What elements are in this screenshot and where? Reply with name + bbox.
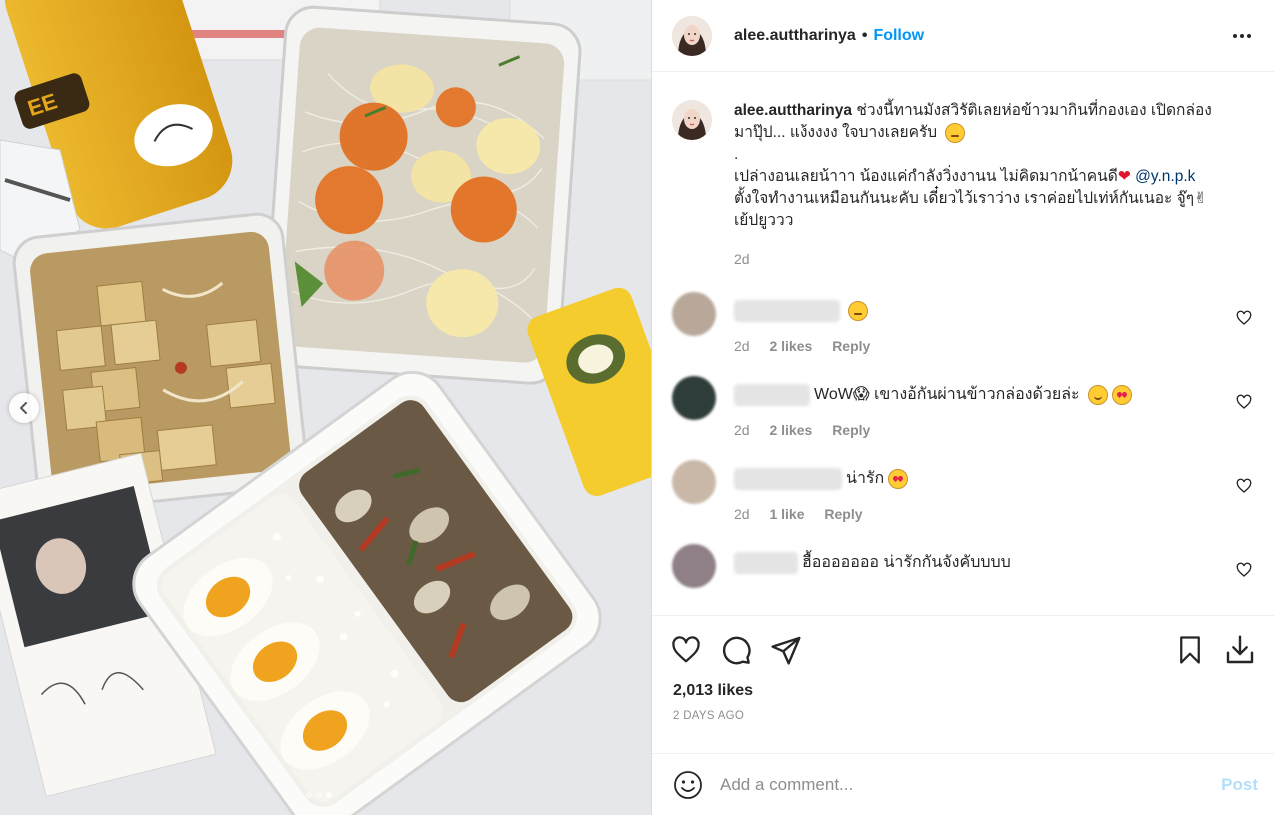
comment-body: 2d 2 likes Reply — [734, 292, 886, 354]
comment-item: ฮื้อออออออ น่ารักกันจังคับบบบ — [672, 544, 1254, 588]
red-heart-emoji-icon: ❤ — [1117, 168, 1131, 185]
comment-meta: 2d 2 likes Reply — [734, 338, 886, 354]
caption-line: เปล่างอนเลยน้าาา น้องแค่กำลังวิ่งงานน ไม… — [734, 166, 1254, 188]
action-bar-right — [1158, 632, 1258, 668]
follow-button[interactable]: Follow — [873, 27, 924, 45]
header-separator: • — [861, 26, 868, 44]
like-button[interactable] — [668, 632, 704, 668]
emoji-picker-icon[interactable] — [672, 769, 704, 801]
more-options-button[interactable] — [1230, 24, 1254, 48]
sad-face-emoji-icon — [945, 122, 966, 143]
comment-likes[interactable]: 2 likes — [769, 338, 812, 354]
download-icon — [1226, 635, 1254, 664]
avatar[interactable] — [672, 100, 712, 140]
food-photo-image: EE — [0, 0, 651, 815]
commenter-avatar[interactable] — [672, 544, 716, 588]
comment-age: 2d — [734, 338, 750, 354]
download-button[interactable] — [1222, 632, 1258, 668]
comment-text-row: น่ารัก — [734, 468, 909, 490]
post-actions-area: 2,013 likes 2 DAYS AGO — [652, 615, 1274, 753]
commenter-avatar[interactable] — [672, 460, 716, 504]
speech-bubble-icon — [722, 636, 751, 665]
smiling-face-emoji-icon — [1087, 385, 1108, 405]
comment-input[interactable] — [720, 774, 1222, 795]
header-username[interactable]: alee.auttharinya — [734, 27, 856, 45]
like-comment-heart-icon[interactable] — [1236, 478, 1252, 494]
comment-item: 2d 2 likes Reply — [672, 292, 1254, 354]
like-comment-heart-icon[interactable] — [1236, 310, 1252, 326]
caption-text: ช่วงนี้ทานมังสวิรัติเลยห่อข้าวมากินที่กอ… — [856, 102, 1212, 119]
caption-line: alee.auttharinya ช่วงนี้ทานมังสวิรัติเลย… — [734, 100, 1254, 122]
caption-line: มาปุ๊ป... แง้งงงง ใจบางเลยครับ — [734, 122, 1254, 144]
comment-text-row: ฮื้อออออออ น่ารักกันจังคับบบบ — [734, 552, 1011, 574]
comment-age: 2d — [734, 422, 750, 438]
caption-text: เปล่างอนเลยน้าาา น้องแค่กำลังวิ่งงานน ไม… — [734, 168, 1118, 185]
commenter-avatar[interactable] — [672, 376, 716, 420]
like-comment-heart-icon[interactable] — [1236, 394, 1252, 410]
instagram-post: EE alee.auttharinya • Follow alee.auttha… — [0, 0, 1274, 815]
comment-text: WoW😱 เขางอ้กันผ่านข้าวกล่องด้วยล่ะ — [814, 386, 1080, 403]
profile-photo-image — [672, 15, 712, 56]
reply-button[interactable]: Reply — [832, 338, 870, 354]
carousel-dot-active — [326, 792, 332, 798]
chevron-left-icon — [20, 402, 27, 414]
reply-button[interactable]: Reply — [824, 506, 862, 522]
comment-body: น่ารัก 2d 1 like Reply — [734, 460, 909, 522]
comment-meta: 2d 1 like Reply — [734, 506, 908, 522]
commenter-username-blurred[interactable] — [734, 300, 840, 322]
like-comment-heart-icon[interactable] — [1236, 562, 1252, 578]
carousel-dot — [306, 792, 312, 798]
comment-text: น่ารัก — [846, 470, 885, 487]
carousel-indicator — [306, 792, 332, 798]
caption-dot: . — [734, 146, 739, 163]
caption-text: ตั้งใจทำงานเหมือนกันนะคับ เดี๋ยวไว้เราว่… — [734, 190, 1208, 207]
like-count[interactable]: 2,013 likes — [668, 682, 1258, 700]
share-button[interactable] — [768, 632, 804, 668]
post-comment-button[interactable]: Post — [1221, 775, 1258, 795]
caption-body: alee.auttharinya ช่วงนี้ทานมังสวิรัติเลย… — [734, 100, 1254, 270]
caption-username[interactable]: alee.auttharinya — [734, 102, 852, 119]
comment-item: WoW😱 เขางอ้กันผ่านข้าวกล่องด้วยล่ะ 2d 2 … — [672, 376, 1254, 438]
reply-button[interactable]: Reply — [832, 422, 870, 438]
bookmark-icon — [1180, 636, 1200, 664]
caption-text: เย้ปยูววว — [734, 212, 794, 229]
commenter-username-blurred[interactable] — [734, 552, 798, 574]
profile-photo-image — [672, 100, 712, 140]
post-timestamp[interactable]: 2 DAYS AGO — [668, 710, 1258, 722]
comment-text-row: WoW😱 เขางอ้กันผ่านข้าวกล่องด้วยล่ะ — [734, 384, 1132, 406]
comment-button[interactable] — [718, 632, 754, 668]
heart-icon — [672, 636, 700, 663]
carousel-dot — [316, 792, 322, 798]
heart-eyes-emoji-icon — [888, 469, 909, 489]
commenter-username-blurred[interactable] — [734, 468, 842, 490]
caption-age: 2d — [734, 251, 750, 267]
comment-text-row — [734, 300, 886, 322]
post-photo[interactable]: EE — [0, 0, 652, 815]
commenter-avatar[interactable] — [672, 292, 716, 336]
caption-text: มาปุ๊ป... แง้งงงง ใจบางเลยครับ — [734, 124, 938, 141]
commenter-username-blurred[interactable] — [734, 384, 810, 406]
previous-photo-button[interactable] — [9, 393, 39, 423]
post-side-panel: alee.auttharinya • Follow alee.auttharin… — [652, 0, 1274, 815]
comment-body: WoW😱 เขางอ้กันผ่านข้าวกล่องด้วยล่ะ 2d 2 … — [734, 376, 1132, 438]
comment-item: น่ารัก 2d 1 like Reply — [672, 460, 1254, 522]
comment-age: 2d — [734, 506, 750, 522]
comment-text: ฮื้อออออออ น่ารักกันจังคับบบบ — [802, 554, 1011, 571]
heart-eyes-emoji-icon — [1111, 385, 1132, 405]
avatar[interactable] — [672, 15, 712, 56]
comment-likes[interactable]: 2 likes — [769, 422, 812, 438]
more-dots-icon — [1233, 33, 1251, 38]
paper-plane-icon — [771, 636, 801, 665]
comment-body: ฮื้อออออออ น่ารักกันจังคับบบบ — [734, 544, 1011, 588]
post-caption: alee.auttharinya ช่วงนี้ทานมังสวิรัติเลย… — [672, 72, 1254, 270]
post-header: alee.auttharinya • Follow — [652, 0, 1274, 72]
sad-face-emoji-icon — [848, 301, 868, 321]
caption-mention-link[interactable]: @y.n.p.k — [1135, 168, 1195, 185]
comment-meta: 2d 2 likes Reply — [734, 422, 1132, 438]
add-comment-bar: Post — [652, 753, 1274, 815]
action-bar — [668, 632, 1258, 668]
comments-list[interactable]: alee.auttharinya ช่วงนี้ทานมังสวิรัติเลย… — [652, 72, 1274, 615]
save-button[interactable] — [1172, 632, 1208, 668]
comment-likes[interactable]: 1 like — [769, 506, 804, 522]
